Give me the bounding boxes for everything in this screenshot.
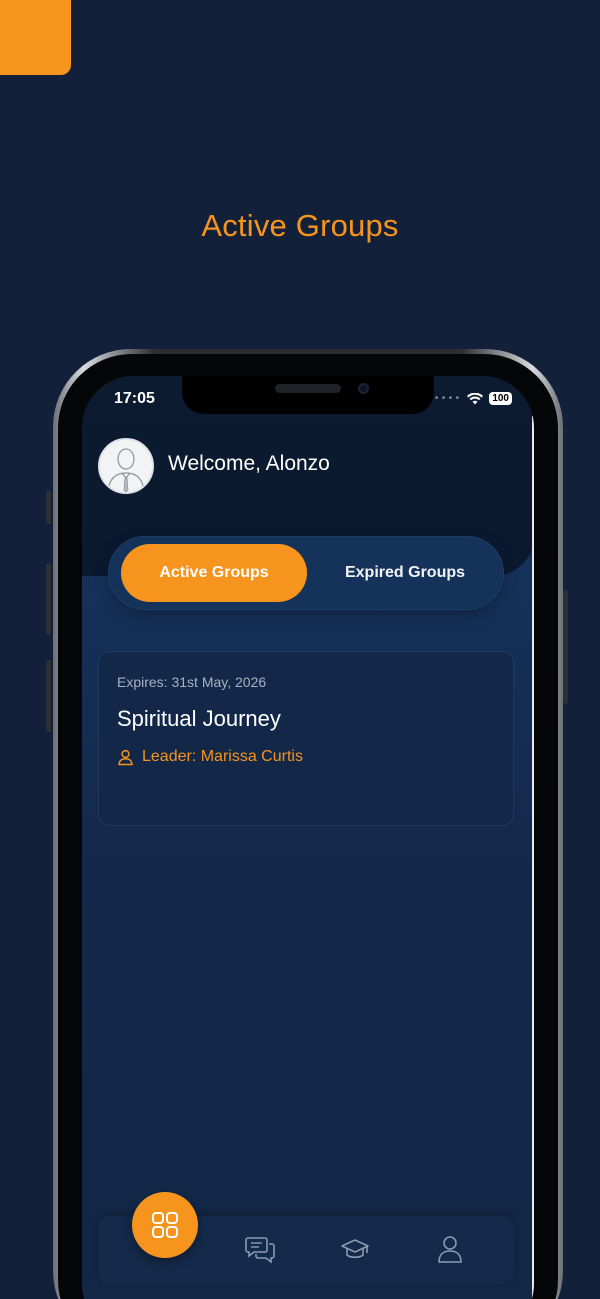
status-icons: •••• 100: [434, 392, 512, 405]
group-leader-text: Leader: Marissa Curtis: [142, 748, 303, 765]
person-icon: [118, 749, 133, 765]
notch: [182, 376, 434, 414]
group-tabs: Active Groups Expired Groups: [108, 536, 504, 610]
corner-accent: [0, 0, 71, 75]
graduation-cap-icon[interactable]: [340, 1234, 370, 1264]
front-camera: [358, 383, 369, 394]
grid-icon[interactable]: [132, 1192, 198, 1258]
user-avatar-icon[interactable]: [98, 438, 154, 494]
group-expiry: Expires: 31st May, 2026: [117, 674, 267, 690]
phone-screen: 17:05 •••• 100 Welcome, Alonzo Active Gr…: [82, 376, 534, 1299]
screen-edge: [532, 416, 534, 1299]
group-title: Spiritual Journey: [117, 706, 281, 731]
power-button: [563, 590, 568, 704]
battery-indicator: 100: [489, 392, 512, 405]
volume-down-button: [46, 660, 51, 732]
page-heading: Active Groups: [201, 208, 399, 243]
status-time: 17:05: [114, 390, 155, 407]
profile-icon[interactable]: [435, 1234, 465, 1264]
welcome-text: Welcome, Alonzo: [168, 452, 330, 475]
signal-icon: ••••: [433, 393, 462, 404]
volume-up-button: [46, 563, 51, 635]
group-card[interactable]: Expires: 31st May, 2026 Spiritual Journe…: [98, 651, 514, 826]
chat-icon[interactable]: [245, 1234, 275, 1264]
speaker-grille: [275, 384, 341, 393]
group-leader: Leader: Marissa Curtis: [117, 748, 303, 766]
mute-switch: [46, 490, 51, 524]
tab-active-groups[interactable]: Active Groups: [121, 544, 307, 602]
tab-expired-groups[interactable]: Expired Groups: [315, 544, 495, 602]
wifi-icon: [467, 392, 484, 404]
